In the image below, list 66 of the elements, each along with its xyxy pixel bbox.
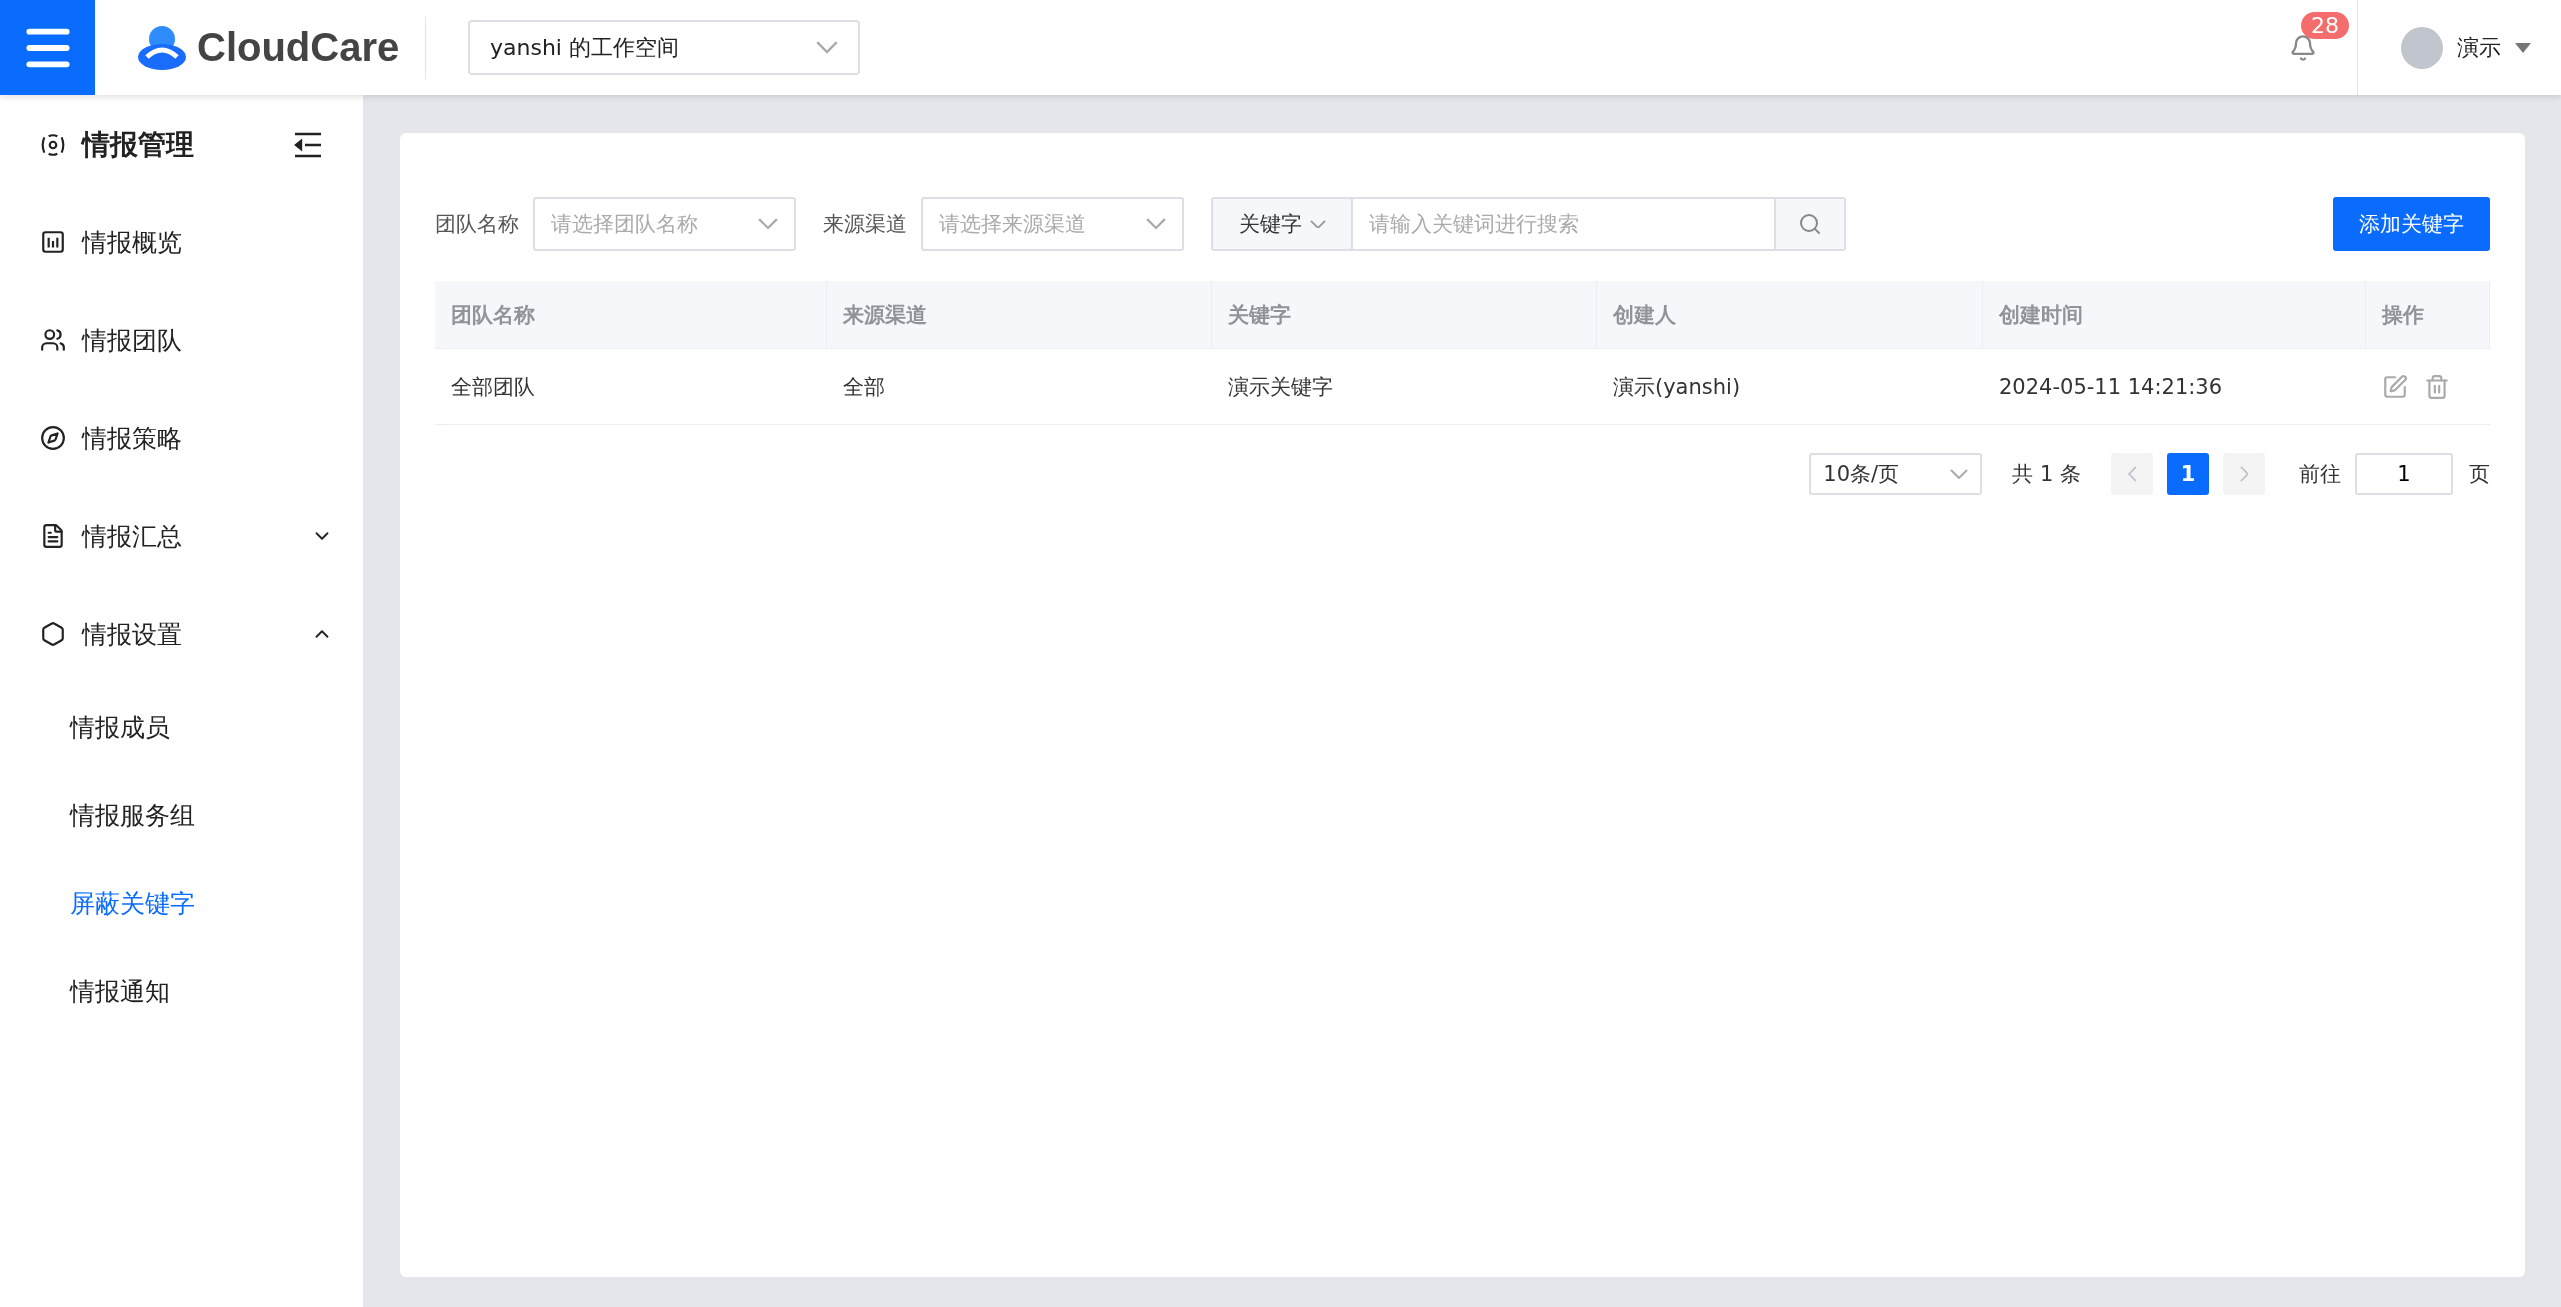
chevron-down-icon — [758, 218, 778, 230]
next-page-button[interactable] — [2223, 453, 2265, 495]
add-keyword-button[interactable]: 添加关键字 — [2333, 197, 2490, 251]
column-header: 创建时间 — [1983, 281, 2366, 349]
nav-label: 情报设置 — [82, 618, 183, 651]
table-cell: 2024-05-11 14:21:36 — [1983, 349, 2366, 425]
avatar — [2401, 26, 2443, 69]
nav-icon — [40, 621, 66, 647]
workspace-select[interactable]: yanshi 的工作空间 — [468, 20, 860, 75]
sidebar-subitem[interactable]: 屏蔽关键字 — [0, 859, 363, 947]
filter-label: 来源渠道 — [823, 211, 907, 238]
chevron-left-icon — [2127, 466, 2137, 482]
page-size-select[interactable]: 10条/页 — [1809, 453, 1983, 495]
delete-button[interactable] — [2424, 373, 2450, 400]
sidebar-subitem[interactable]: 情报成员 — [0, 683, 363, 771]
column-header: 关键字 — [1212, 281, 1597, 349]
table-cell: 全部 — [827, 349, 1212, 425]
sidebar-subitem[interactable]: 情报通知 — [0, 947, 363, 1035]
nav-label: 情报策略 — [82, 422, 183, 455]
menu-button[interactable] — [0, 0, 95, 95]
sidebar-subitem[interactable]: 情报服务组 — [0, 771, 363, 859]
sidebar-item[interactable]: 情报团队 — [0, 291, 363, 389]
total-count: 共 1 条 — [2012, 461, 2081, 488]
notification-count: 28 — [2301, 11, 2349, 39]
edit-button[interactable] — [2382, 373, 2408, 400]
bell-icon — [2289, 33, 2317, 62]
notifications-button[interactable] — [2289, 33, 2317, 62]
brand-name: CloudCare — [197, 25, 400, 70]
page-button[interactable]: 1 — [2167, 453, 2209, 495]
prev-page-button[interactable] — [2111, 453, 2153, 495]
nav-label: 情报团队 — [82, 324, 183, 357]
table-cell: 全部团队 — [435, 349, 827, 425]
column-header: 创建人 — [1597, 281, 1983, 349]
search-icon — [1798, 212, 1822, 236]
chevron-right-icon — [2239, 466, 2249, 482]
table-cell: 演示关键字 — [1212, 349, 1597, 425]
nav-label: 情报概览 — [82, 226, 183, 259]
nav-icon — [40, 327, 66, 353]
search-scope-select[interactable]: 关键字 — [1213, 199, 1353, 249]
goto-label: 前往 — [2299, 461, 2341, 488]
nav-icon — [40, 523, 66, 549]
collapse-icon[interactable] — [293, 132, 323, 158]
goto-page-field[interactable]: 1 — [2355, 453, 2453, 495]
column-header: 操作 — [2366, 281, 2490, 349]
user-menu[interactable]: 演示 — [2357, 0, 2561, 95]
nav-icon — [40, 229, 66, 255]
radar-icon — [40, 132, 66, 158]
sidebar-item[interactable]: 情报汇总 — [0, 487, 363, 585]
nav-label: 情报汇总 — [82, 520, 183, 553]
search-field[interactable]: 关键字 请输入关键词进行搜索 — [1211, 197, 1846, 251]
sidebar-item[interactable]: 情报设置 — [0, 585, 363, 683]
chevron-down-icon — [1146, 218, 1166, 230]
filter-label: 团队名称 — [435, 211, 519, 238]
page-unit: 页 — [2469, 461, 2490, 488]
chevron-down-icon — [816, 41, 838, 54]
column-header: 团队名称 — [435, 281, 827, 349]
sidebar-item[interactable]: 情报策略 — [0, 389, 363, 487]
caret-icon — [2515, 42, 2531, 53]
sidebar-title: 情报管理 — [82, 127, 195, 163]
sidebar-item[interactable]: 情报概览 — [0, 193, 363, 291]
chevron-down-icon — [1950, 469, 1969, 479]
chevron-down-icon — [1309, 219, 1326, 229]
column-header: 来源渠道 — [827, 281, 1212, 349]
table-cell: 演示(yanshi) — [1597, 349, 1983, 425]
search-button[interactable] — [1774, 199, 1844, 249]
nav-icon — [40, 425, 66, 451]
